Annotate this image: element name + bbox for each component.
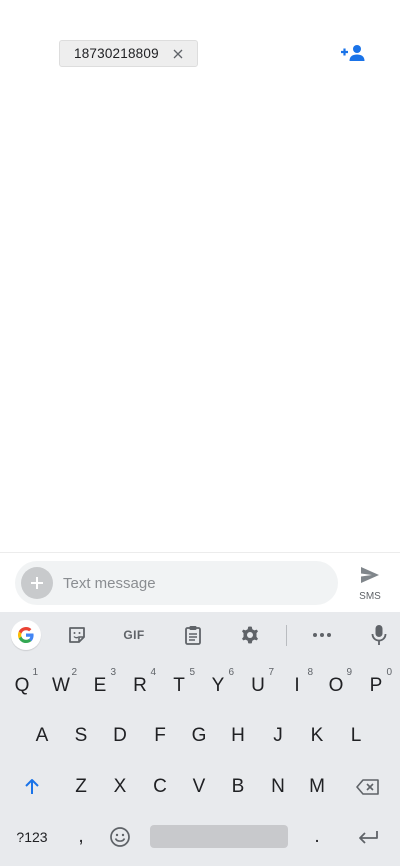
enter-icon[interactable]: [350, 817, 386, 857]
clipboard-icon[interactable]: [178, 621, 208, 649]
period-key[interactable]: .: [299, 817, 335, 857]
key-a[interactable]: A: [24, 716, 60, 756]
sticker-icon[interactable]: [62, 621, 92, 649]
key-r[interactable]: R4: [122, 666, 158, 706]
key-v[interactable]: V: [181, 767, 217, 807]
key-w[interactable]: W2: [43, 666, 79, 706]
key-z[interactable]: Z: [63, 767, 99, 807]
key-k[interactable]: K: [299, 716, 335, 756]
close-icon[interactable]: [171, 47, 185, 61]
key-l[interactable]: L: [338, 716, 374, 756]
key-m[interactable]: M: [299, 767, 335, 807]
space-bar[interactable]: [150, 825, 288, 848]
comma-key[interactable]: ,: [63, 817, 99, 857]
toolbar-separator: [286, 625, 287, 646]
keyboard-toolbar: GIF: [0, 612, 400, 658]
key-t[interactable]: T5: [161, 666, 197, 706]
emoji-icon[interactable]: [102, 817, 138, 857]
key-i[interactable]: I8: [279, 666, 315, 706]
key-y[interactable]: Y6: [200, 666, 236, 706]
key-q[interactable]: Q1: [4, 666, 40, 706]
gif-button[interactable]: GIF: [119, 621, 149, 649]
key-j[interactable]: J: [260, 716, 296, 756]
recipient-chip[interactable]: 18730218809: [59, 40, 198, 67]
key-s[interactable]: S: [63, 716, 99, 756]
backspace-icon[interactable]: [350, 767, 386, 807]
key-h[interactable]: H: [220, 716, 256, 756]
shift-arrow-icon[interactable]: [14, 767, 50, 807]
recipient-number: 18730218809: [74, 46, 159, 61]
key-x[interactable]: X: [102, 767, 138, 807]
gif-label: GIF: [123, 628, 145, 642]
key-n[interactable]: N: [260, 767, 296, 807]
keyboard: GIF Q1 W2 E3 R 4 T 5 Y 6 U 7 I 8 O 9 P 0…: [0, 612, 400, 866]
person-add-icon[interactable]: [338, 40, 368, 66]
key-e[interactable]: E3: [82, 666, 118, 706]
key-d[interactable]: D: [102, 716, 138, 756]
plus-icon[interactable]: [21, 567, 53, 599]
text-message-input[interactable]: [63, 574, 323, 592]
send-label: SMS: [359, 591, 381, 602]
compose-field[interactable]: [15, 561, 338, 605]
key-c[interactable]: C: [142, 767, 178, 807]
send-button[interactable]: SMS: [350, 565, 390, 605]
key-b[interactable]: B: [220, 767, 256, 807]
key-g[interactable]: G: [181, 716, 217, 756]
gear-icon[interactable]: [235, 621, 265, 649]
key-o[interactable]: O9: [318, 666, 354, 706]
key-p[interactable]: P0: [358, 666, 394, 706]
mic-icon[interactable]: [364, 621, 394, 649]
send-icon: [359, 565, 381, 590]
compose-divider: [0, 552, 400, 553]
symbols-key[interactable]: ?123: [10, 817, 54, 857]
key-f[interactable]: F: [142, 716, 178, 756]
google-icon[interactable]: [11, 620, 41, 650]
key-u[interactable]: U7: [240, 666, 276, 706]
more-icon[interactable]: [307, 621, 337, 649]
